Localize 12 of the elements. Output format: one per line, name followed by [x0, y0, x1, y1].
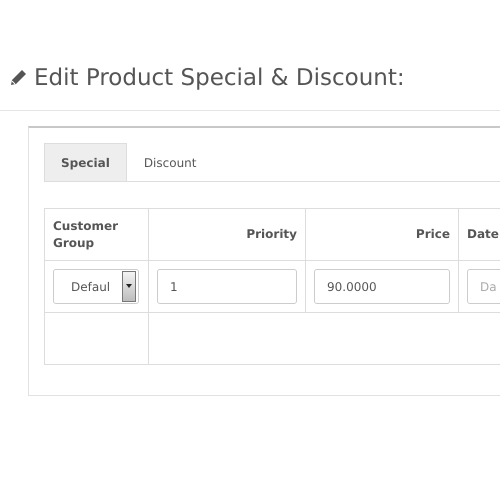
column-header: Date: [459, 209, 500, 260]
column-header: Priority: [149, 209, 306, 260]
price-field[interactable]: 90.0000: [314, 269, 450, 304]
priority-field[interactable]: 1: [157, 269, 297, 304]
tab[interactable]: Discount: [126, 143, 214, 181]
pencil-icon: [8, 68, 28, 88]
tab[interactable]: Special: [44, 143, 127, 181]
column-header: Price: [306, 209, 459, 260]
customer-group-select[interactable]: Defaul: [53, 269, 139, 304]
page-title: Edit Product Special & Discount:: [34, 65, 405, 91]
date-start-field[interactable]: Da: [467, 269, 500, 304]
column-header: Customer Group: [45, 209, 149, 260]
